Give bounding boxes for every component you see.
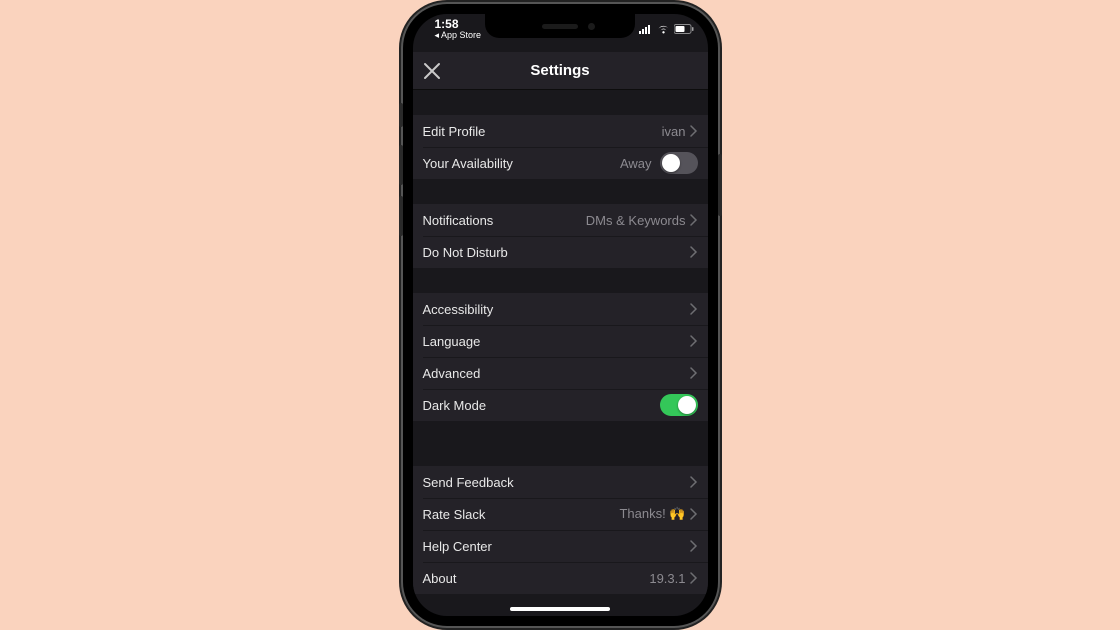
signal-icon [639, 24, 653, 34]
close-icon[interactable] [421, 60, 443, 82]
row-rate-slack[interactable]: Rate Slack Thanks! 🙌 [413, 498, 708, 530]
row-label: Your Availability [423, 156, 620, 171]
row-help-center[interactable]: Help Center [413, 530, 708, 562]
power-button [718, 154, 722, 216]
mute-switch [399, 103, 403, 127]
dark-mode-toggle[interactable] [660, 394, 698, 416]
settings-list: Edit Profile ivan Your Availability Away… [413, 90, 708, 594]
volume-up [399, 145, 403, 185]
row-edit-profile[interactable]: Edit Profile ivan [413, 115, 708, 147]
row-label: Rate Slack [423, 507, 620, 522]
chevron-right-icon [690, 367, 698, 379]
page-title: Settings [530, 62, 589, 79]
notch [485, 14, 635, 38]
chevron-right-icon [690, 125, 698, 137]
row-label: Edit Profile [423, 124, 662, 139]
row-send-feedback[interactable]: Send Feedback [413, 466, 708, 498]
chevron-right-icon [690, 246, 698, 258]
row-label: Accessibility [423, 302, 690, 317]
row-value: 19.3.1 [649, 571, 685, 586]
chevron-right-icon [690, 214, 698, 226]
availability-toggle[interactable] [660, 152, 698, 174]
row-value: ivan [662, 124, 686, 139]
chevron-right-icon [690, 572, 698, 584]
row-label: Advanced [423, 366, 690, 381]
row-do-not-disturb[interactable]: Do Not Disturb [413, 236, 708, 268]
row-value: DMs & Keywords [586, 213, 686, 228]
row-about[interactable]: About 19.3.1 [413, 562, 708, 594]
row-language[interactable]: Language [413, 325, 708, 357]
battery-icon [674, 24, 694, 34]
row-value: Away [620, 156, 652, 171]
volume-down [399, 196, 403, 236]
chevron-right-icon [690, 508, 698, 520]
nav-bar: Settings [413, 52, 708, 90]
row-label: About [423, 571, 650, 586]
row-label: Do Not Disturb [423, 245, 690, 260]
row-label: Send Feedback [423, 475, 690, 490]
home-indicator[interactable] [510, 607, 610, 611]
row-accessibility[interactable]: Accessibility [413, 293, 708, 325]
row-your-availability[interactable]: Your Availability Away [413, 147, 708, 179]
chevron-right-icon [690, 476, 698, 488]
row-label: Dark Mode [423, 398, 660, 413]
row-advanced[interactable]: Advanced [413, 357, 708, 389]
back-to-app-store[interactable]: ◂ App Store [435, 31, 482, 41]
phone-frame: 1:58 ◂ App Store Settings Edit Profile i… [403, 4, 718, 626]
row-dark-mode[interactable]: Dark Mode [413, 389, 708, 421]
chevron-right-icon [690, 540, 698, 552]
row-notifications[interactable]: Notifications DMs & Keywords [413, 204, 708, 236]
chevron-right-icon [690, 303, 698, 315]
row-value: Thanks! 🙌 [619, 506, 685, 522]
wifi-icon [657, 24, 670, 34]
screen: 1:58 ◂ App Store Settings Edit Profile i… [413, 14, 708, 616]
row-label: Help Center [423, 539, 690, 554]
row-label: Language [423, 334, 690, 349]
chevron-right-icon [690, 335, 698, 347]
row-label: Notifications [423, 213, 586, 228]
